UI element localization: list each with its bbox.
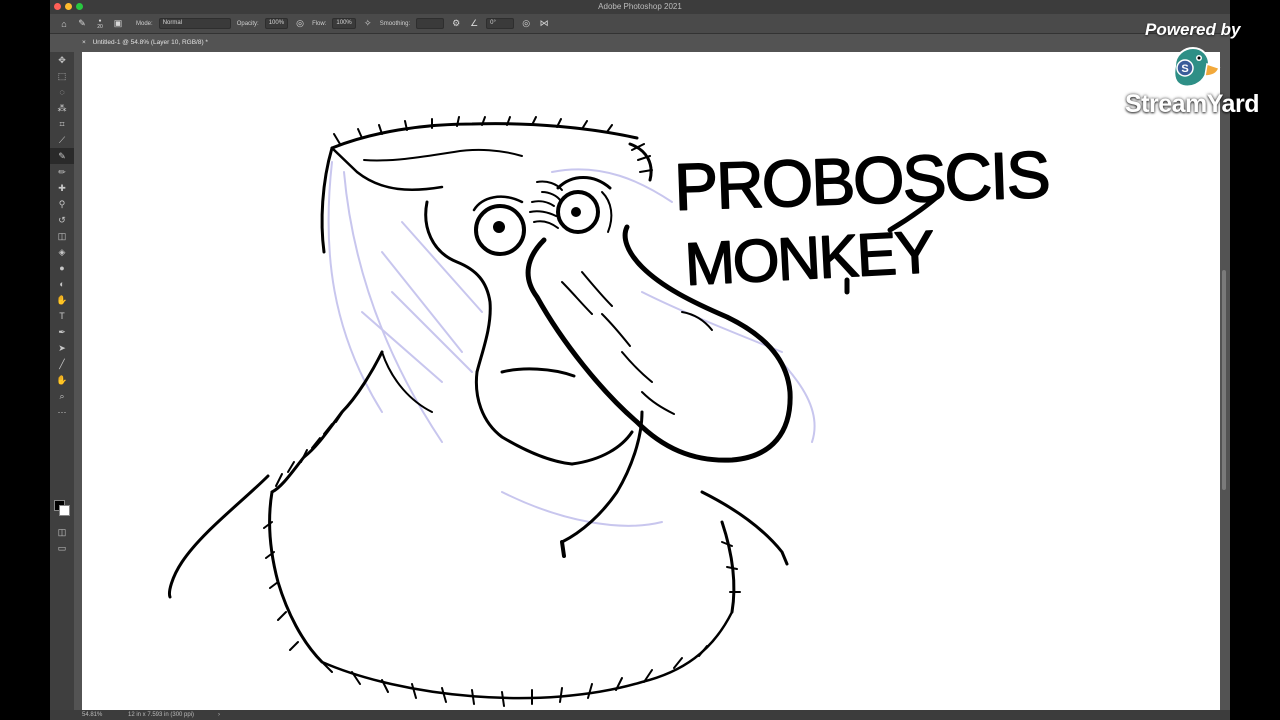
flow-label: Flow: — [312, 20, 327, 27]
dodge-tool-icon[interactable]: ◐ — [50, 276, 74, 292]
close-tab-icon[interactable]: × — [82, 39, 86, 46]
canvas-title-line1: PROBOSCIS — [673, 137, 1050, 224]
minimize-window-button[interactable] — [65, 3, 72, 10]
window-title: Adobe Photoshop 2021 — [598, 2, 682, 11]
brush-preset-icon[interactable]: ✎ — [76, 18, 88, 30]
smoothing-label: Smoothing: — [379, 20, 411, 27]
canvas[interactable]: PROBOSCIS MONKEY — [82, 52, 1220, 710]
move-tool-icon[interactable]: ✥ — [50, 52, 74, 68]
streamyard-brand: StreamYard — [1125, 90, 1259, 118]
zoom-tool-icon[interactable]: ⌕ — [50, 388, 74, 404]
canvas-title-line2: MONKEY — [683, 218, 935, 298]
options-bar: ⌂ ✎ ● 20 ▣ Mode: Normal Opacity: 100% ◎ F… — [50, 14, 1230, 34]
svg-text:S: S — [1181, 63, 1188, 75]
pressure-opacity-icon[interactable]: ◎ — [294, 18, 306, 30]
screen-mode-icon[interactable]: ▭ — [50, 540, 74, 556]
symmetry-icon[interactable]: ⋈ — [538, 18, 550, 30]
brush-size-picker[interactable]: ● 20 — [94, 18, 106, 30]
quick-select-tool-icon[interactable]: ⁂ — [50, 100, 74, 116]
duck-logo-icon: S — [1173, 46, 1221, 88]
pencil-tool-icon[interactable]: ✏ — [50, 164, 74, 180]
brush-settings-icon[interactable]: ▣ — [112, 18, 124, 30]
smudge-tool-icon[interactable]: ✋ — [50, 292, 74, 308]
hand-tool-icon[interactable]: ✋ — [50, 372, 74, 388]
mode-select[interactable]: Normal — [158, 18, 231, 29]
pressure-size-icon[interactable]: ◎ — [520, 18, 532, 30]
path-select-tool-icon[interactable]: ➤ — [50, 340, 74, 356]
eyedropper-tool-icon[interactable]: ⟋ — [50, 132, 74, 148]
tool-list: ✥ ⬚ ◌ ⁂ ⌗ ⟋ ✎ ✏ ✚ ⚲ ↺ ◫ ◈ ● ◐ ✋ T ✒ ➤ ╱ ✋ ⌕ ⋯ — [50, 52, 74, 420]
airbrush-icon[interactable]: ✧ — [362, 18, 374, 30]
flow-field[interactable]: 100% — [332, 18, 356, 29]
tools-panel: ✥ ⬚ ◌ ⁂ ⌗ ⟋ ✎ ✏ ✚ ⚲ ↺ ◫ ◈ ● ◐ ✋ T ✒ ➤ ╱ ✋ ⌕ ⋯ ◫ ▭ — [50, 52, 74, 712]
blur-tool-icon[interactable]: ● — [50, 260, 74, 276]
document-info: 12 in x 7.593 in (300 ppi) — [128, 712, 195, 718]
close-window-button[interactable] — [54, 3, 61, 10]
window-controls — [54, 3, 83, 10]
background-color-swatch[interactable] — [59, 505, 70, 516]
streamyard-overlay: Powered by S StreamYard — [1125, 18, 1270, 128]
marquee-tool-icon[interactable]: ⬚ — [50, 68, 74, 84]
title-bar: Adobe Photoshop 2021 — [50, 0, 1230, 14]
crop-tool-icon[interactable]: ⌗ — [50, 116, 74, 132]
brush-size-value: 20 — [97, 23, 103, 30]
type-tool-icon[interactable]: T — [50, 308, 74, 324]
quick-mask-icon[interactable]: ◫ — [50, 524, 74, 540]
status-bar: 54.81% 12 in x 7.593 in (300 ppi) › — [50, 710, 1230, 720]
eraser-tool-icon[interactable]: ◫ — [50, 228, 74, 244]
history-brush-tool-icon[interactable]: ↺ — [50, 212, 74, 228]
document-tab[interactable]: × Untitled-1 @ 54.8% (Layer 10, RGB/8) * — [76, 35, 214, 51]
healing-tool-icon[interactable]: ✚ — [50, 180, 74, 196]
mode-label: Mode: — [136, 20, 153, 27]
powered-by-label: Powered by — [1145, 20, 1241, 39]
opacity-field[interactable]: 100% — [264, 18, 289, 29]
paint-bucket-tool-icon[interactable]: ◈ — [50, 244, 74, 260]
maximize-window-button[interactable] — [76, 3, 83, 10]
angle-icon[interactable]: ∠ — [468, 18, 480, 30]
lasso-tool-icon[interactable]: ◌ — [50, 84, 74, 100]
brush-tool-icon[interactable]: ✎ — [50, 148, 74, 164]
home-icon[interactable]: ⌂ — [58, 18, 70, 30]
monkey-drawing: PROBOSCIS MONKEY — [168, 116, 1050, 707]
clone-stamp-tool-icon[interactable]: ⚲ — [50, 196, 74, 212]
opacity-label: Opacity: — [236, 20, 259, 27]
photoshop-window: Adobe Photoshop 2021 ⌂ ✎ ● 20 ▣ Mode: Nor… — [50, 0, 1230, 720]
pen-tool-icon[interactable]: ✒ — [50, 324, 74, 340]
more-tools-icon[interactable]: ⋯ — [50, 404, 74, 420]
zoom-level[interactable]: 54.81% — [82, 710, 102, 720]
line-tool-icon[interactable]: ╱ — [50, 356, 74, 372]
status-menu-arrow[interactable]: › — [218, 710, 220, 720]
vertical-scrollbar[interactable] — [1222, 270, 1226, 490]
document-tab-title: Untitled-1 @ 54.8% (Layer 10, RGB/8) * — [92, 39, 208, 46]
smoothing-field[interactable] — [416, 18, 445, 29]
angle-field[interactable]: 0° — [486, 18, 515, 29]
smoothing-settings-icon[interactable]: ⚙ — [450, 18, 462, 30]
